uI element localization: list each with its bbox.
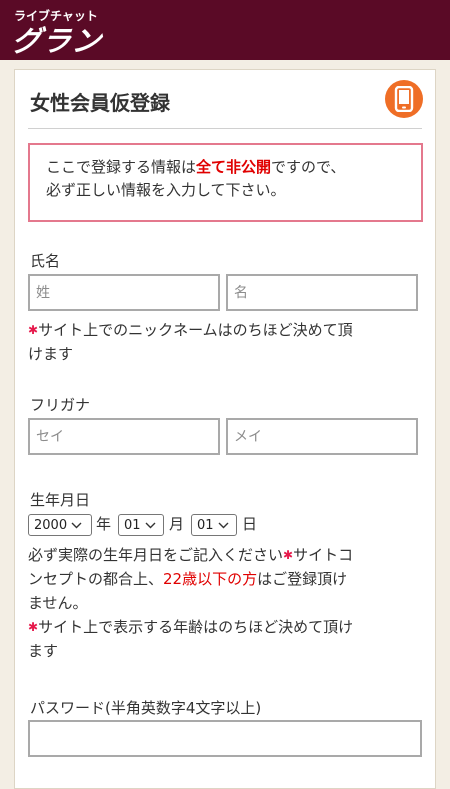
asterisk-mark: ✱	[28, 323, 39, 337]
notice-highlight: 全て非公開	[196, 158, 272, 176]
chevron-down-icon	[71, 522, 82, 529]
logo[interactable]: グラン	[10, 18, 104, 60]
birthday-note: 必ず実際の生年月日をご記入ください✱サイトコ ンセプトの都合上、22歳以下の方は…	[28, 546, 354, 660]
furigana-label: フリガナ	[30, 396, 91, 414]
last-name-kana-input[interactable]	[28, 418, 220, 455]
birthday-label: 生年月日	[30, 491, 91, 509]
first-name-input[interactable]	[226, 274, 418, 311]
first-name-kana-input[interactable]	[226, 418, 418, 455]
birth-year-select[interactable]: 2000	[28, 514, 92, 536]
year-unit: 年	[96, 515, 112, 533]
site-header: ライブチャット グラン	[0, 0, 450, 60]
month-unit: 月	[169, 515, 185, 533]
asterisk-mark: ✱	[283, 548, 294, 562]
last-name-input[interactable]	[28, 274, 220, 311]
chevron-down-icon	[145, 522, 156, 529]
birth-day-select[interactable]: 01	[191, 514, 237, 536]
password-input[interactable]	[28, 720, 422, 757]
page-title: 女性会員仮登録	[30, 91, 170, 115]
chevron-down-icon	[218, 522, 229, 529]
notice-line-2: 必ず正しい情報を入力して下さい。	[46, 181, 286, 199]
name-label: 氏名	[30, 252, 61, 270]
day-unit: 日	[242, 515, 258, 533]
notice-line-1: ここで登録する情報は全て非公開ですので、	[46, 158, 346, 176]
nickname-note: ✱サイト上でのニックネームはのちほど決めて頂 けます	[28, 321, 353, 363]
asterisk-mark: ✱	[28, 620, 39, 634]
title-divider	[28, 128, 422, 129]
age-restriction-highlight: 22歳以下の方	[163, 570, 258, 588]
password-label: パスワード(半角英数字4文字以上)	[30, 699, 262, 717]
smartphone-icon	[385, 80, 423, 118]
birth-month-select[interactable]: 01	[118, 514, 164, 536]
privacy-notice: ここで登録する情報は全て非公開ですので、 必ず正しい情報を入力して下さい。	[28, 143, 423, 222]
